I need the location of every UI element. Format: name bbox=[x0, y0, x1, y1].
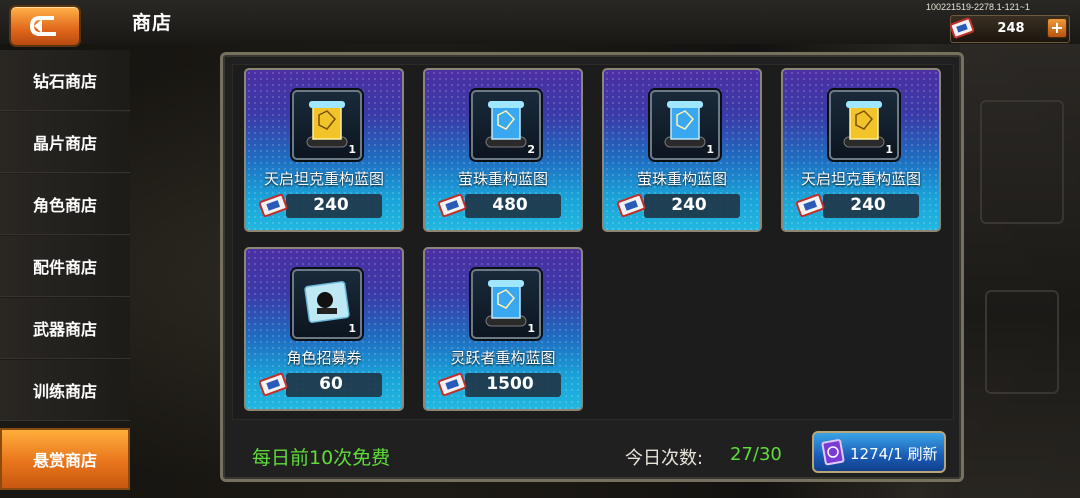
item-quantity: 1 bbox=[348, 322, 356, 335]
item-quantity: 1 bbox=[527, 322, 535, 335]
card-corner bbox=[425, 249, 435, 259]
blue-scroll-icon bbox=[664, 101, 706, 148]
price-bar: 1500 bbox=[465, 373, 561, 397]
sidebar-item-label: 训练商店 bbox=[32, 382, 97, 401]
sidebar-item-parts-shop[interactable]: 配件商店 bbox=[0, 236, 130, 297]
bounty-ticket-icon bbox=[795, 193, 825, 218]
refresh-card-icon bbox=[821, 439, 845, 466]
item-icon-frame: 1 bbox=[829, 90, 899, 160]
card-corner bbox=[425, 70, 435, 80]
bounty-ticket-icon bbox=[437, 372, 467, 397]
item-icon-frame: 1 bbox=[292, 269, 362, 339]
card-corner bbox=[392, 70, 402, 80]
price-bar: 480 bbox=[465, 194, 561, 218]
recruit-ticket-icon bbox=[304, 281, 350, 323]
item-price: 240 bbox=[671, 195, 707, 215]
item-name: 萤珠重构蓝图 bbox=[636, 170, 727, 188]
shop-item-card[interactable]: 1 天启坦克重构蓝图 240 bbox=[244, 68, 404, 232]
version-text: 100221519-2278.1-121~1 bbox=[926, 2, 1030, 12]
top-bar: 商店 100221519-2278.1-121~1 248 + bbox=[0, 0, 1080, 47]
item-price: 240 bbox=[850, 195, 886, 215]
item-price: 240 bbox=[313, 195, 349, 215]
card-corner bbox=[571, 249, 581, 259]
bounty-currency-counter: 248 + bbox=[949, 15, 1070, 43]
daily-free-text: 每日前10次免费 bbox=[252, 447, 391, 469]
card-corner bbox=[571, 70, 581, 80]
card-corner bbox=[750, 70, 760, 80]
sidebar-item-label: 晶片商店 bbox=[32, 134, 97, 153]
blue-scroll-icon bbox=[485, 280, 527, 327]
item-price: 480 bbox=[492, 195, 528, 215]
sidebar-item-training-shop[interactable]: 训练商店 bbox=[0, 360, 130, 421]
shop-sidebar: 钻石商店 晶片商店 角色商店 配件商店 武器商店 训练商店 悬赏商店 bbox=[0, 50, 130, 498]
sidebar-item-label: 角色商店 bbox=[32, 196, 97, 215]
shop-item-card[interactable]: 1 萤珠重构蓝图 240 bbox=[602, 68, 762, 232]
price-bar: 240 bbox=[644, 194, 740, 218]
item-name: 灵跃者重构蓝图 bbox=[450, 349, 556, 367]
item-quantity: 1 bbox=[706, 143, 714, 156]
blue-scroll-icon bbox=[485, 101, 527, 148]
item-name: 天启坦克重构蓝图 bbox=[263, 170, 384, 188]
item-icon-frame: 1 bbox=[471, 269, 541, 339]
card-corner bbox=[929, 70, 939, 80]
card-corner bbox=[246, 70, 256, 80]
sidebar-item-bounty-shop[interactable]: 悬赏商店 bbox=[0, 428, 130, 490]
page-title: 商店 bbox=[132, 12, 173, 34]
card-corner bbox=[246, 249, 256, 259]
currency-value: 248 bbox=[997, 21, 1025, 36]
item-price: 60 bbox=[319, 374, 343, 394]
bounty-ticket-icon bbox=[258, 372, 288, 397]
sidebar-item-label: 武器商店 bbox=[32, 320, 97, 339]
shop-item-card[interactable]: 1 灵跃者重构蓝图 1500 bbox=[423, 247, 583, 411]
daily-count-value: 27/30 bbox=[730, 444, 782, 465]
sidebar-item-label: 悬赏商店 bbox=[32, 451, 97, 470]
daily-count-label: 今日次数: bbox=[625, 448, 704, 469]
sidebar-item-weapon-shop[interactable]: 武器商店 bbox=[0, 298, 130, 359]
price-bar: 240 bbox=[286, 194, 382, 218]
refresh-button[interactable]: 1274/1 刷新 bbox=[812, 431, 946, 473]
gold-scroll-icon bbox=[306, 101, 348, 148]
bounty-ticket-icon bbox=[437, 193, 467, 218]
gold-scroll-icon bbox=[843, 101, 885, 148]
bounty-ticket-icon bbox=[949, 17, 975, 39]
item-icon-frame: 1 bbox=[292, 90, 362, 160]
sidebar-item-label: 配件商店 bbox=[32, 258, 97, 277]
refresh-label: 1274/1 刷新 bbox=[850, 445, 938, 463]
sidebar-item-label: 钻石商店 bbox=[32, 72, 97, 91]
bounty-ticket-icon bbox=[616, 193, 646, 218]
back-button[interactable] bbox=[9, 5, 81, 47]
card-corner bbox=[783, 70, 793, 80]
item-name: 天启坦克重构蓝图 bbox=[800, 170, 921, 188]
shop-item-card[interactable]: 1 角色招募券 60 bbox=[244, 247, 404, 411]
price-bar: 240 bbox=[823, 194, 919, 218]
item-icon-frame: 2 bbox=[471, 90, 541, 160]
item-price: 1500 bbox=[486, 374, 534, 394]
item-name: 角色招募券 bbox=[286, 349, 362, 367]
sidebar-item-diamond-shop[interactable]: 钻石商店 bbox=[0, 50, 130, 111]
shop-item-card[interactable]: 2 萤珠重构蓝图 480 bbox=[423, 68, 583, 232]
sidebar-item-chip-shop[interactable]: 晶片商店 bbox=[0, 112, 130, 173]
add-currency-button[interactable]: + bbox=[1047, 18, 1067, 38]
shop-item-card[interactable]: 1 天启坦克重构蓝图 240 bbox=[781, 68, 941, 232]
sidebar-item-character-shop[interactable]: 角色商店 bbox=[0, 174, 130, 235]
item-icon-frame: 1 bbox=[650, 90, 720, 160]
price-bar: 60 bbox=[286, 373, 382, 397]
item-quantity: 1 bbox=[885, 143, 893, 156]
return-arrow-icon bbox=[29, 16, 58, 36]
item-quantity: 1 bbox=[348, 143, 356, 156]
item-quantity: 2 bbox=[527, 143, 535, 156]
card-corner bbox=[392, 249, 402, 259]
card-corner bbox=[604, 70, 614, 80]
bounty-ticket-icon bbox=[258, 193, 288, 218]
background-wall-panel bbox=[960, 40, 1080, 498]
item-name: 萤珠重构蓝图 bbox=[457, 170, 548, 188]
